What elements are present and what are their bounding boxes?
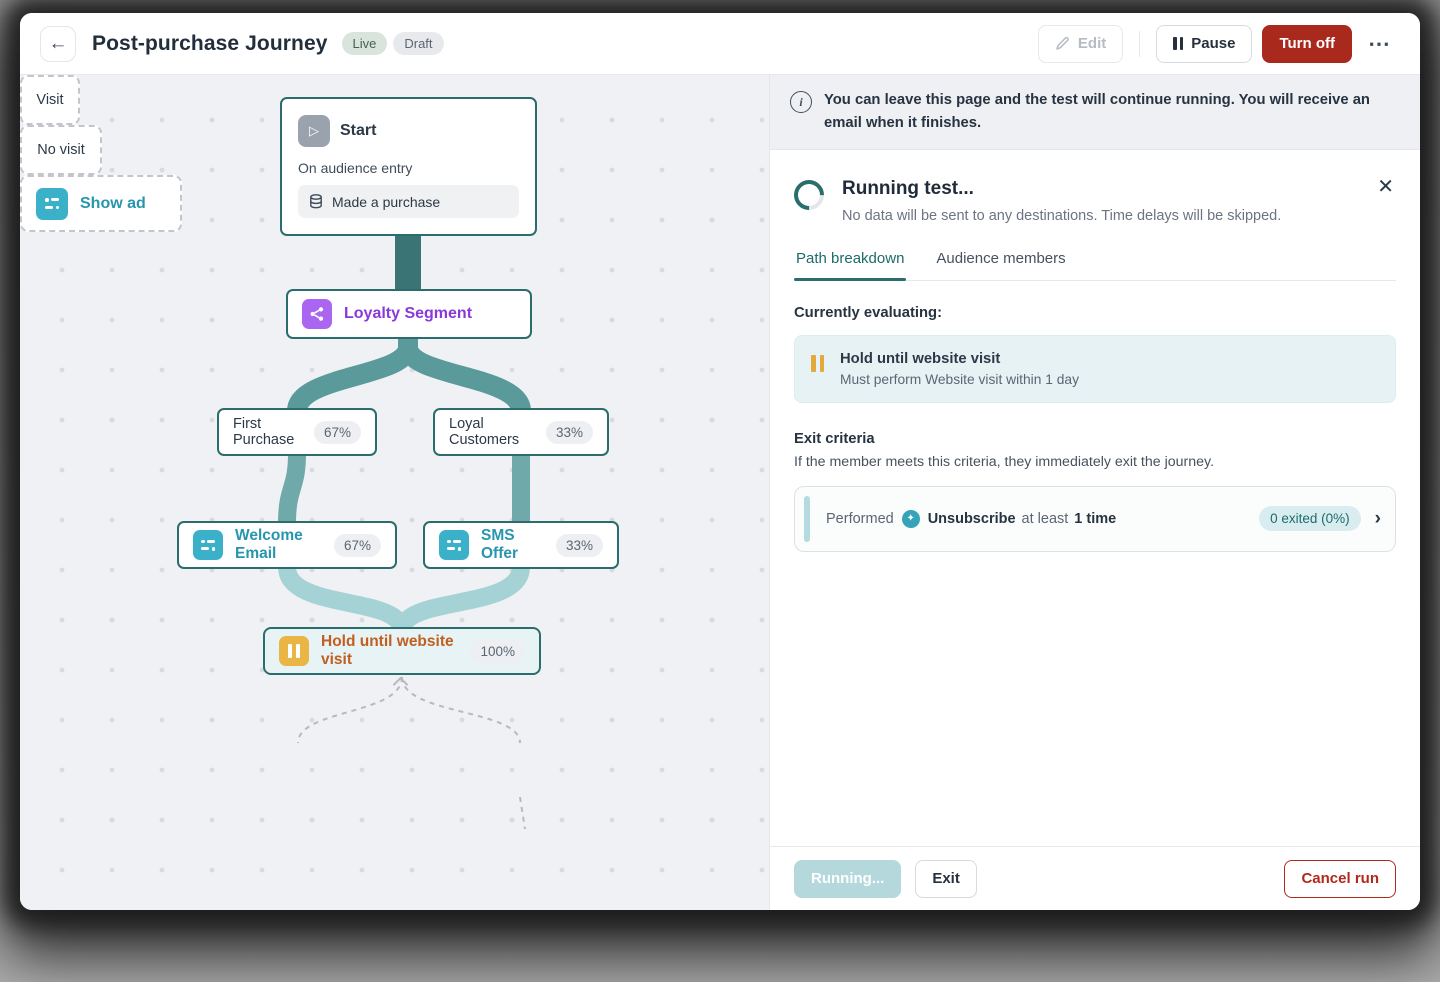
play-icon: ▷ [298,115,330,147]
action-node-label: SMS Offer [481,527,544,563]
hold-node-label: Hold until website visit [321,633,458,669]
action-node-label: Welcome Email [235,527,322,563]
evaluating-step-title: Hold until website visit [840,351,1079,367]
page-title: Post-purchase Journey [92,32,328,56]
loading-spinner-icon [788,174,830,216]
metric-icon: ✦ [902,510,920,528]
pause-icon [279,636,309,666]
node-loyal-customers[interactable]: Loyal Customers 33% [433,408,609,456]
node-first-purchase[interactable]: First Purchase 67% [217,408,377,456]
performed-label: Performed [826,511,894,527]
metric-name: Unsubscribe [928,511,1016,527]
ellipsis-icon: ⋯ [1368,31,1392,56]
tab-path-breakdown[interactable]: Path breakdown [794,250,906,280]
evaluating-step-desc: Must perform Website visit within 1 day [840,372,1079,387]
node-sms-offer[interactable]: SMS Offer 33% [423,521,619,569]
panel-body: ✕ Running test... No data will be sent t… [770,150,1420,846]
tab-audience-members[interactable]: Audience members [934,250,1067,280]
segment-node-label: Loyalty Segment [344,305,472,323]
journey-canvas[interactable]: ▷ Start On audience entry Made a purchas… [20,75,770,910]
info-banner: i You can leave this page and the test w… [770,75,1420,150]
sliders-icon [193,530,223,560]
status-badge-live: Live [342,32,388,55]
branch-label: Loyal Customers [449,416,534,448]
app-window: ← Post-purchase Journey Live Draft Edit … [20,13,1420,910]
header-actions: Edit Pause Turn off ⋯ [1038,25,1398,63]
branch-label: First Purchase [233,416,302,448]
exit-criteria-row[interactable]: Performed ✦ Unsubscribe at least 1 time … [794,486,1396,552]
at-least-label: at least [1022,511,1069,527]
node-start[interactable]: ▷ Start On audience entry Made a purchas… [280,97,537,236]
panel-tabs: Path breakdown Audience members [794,250,1396,281]
close-panel-button[interactable]: ✕ [1377,174,1394,199]
panel-footer: Running... Exit Cancel run [770,846,1420,910]
action-percent-badge: 67% [334,534,381,557]
exit-button[interactable]: Exit [915,860,977,898]
hold-percent-badge: 100% [470,640,525,663]
times-value: 1 time [1074,511,1116,527]
currently-evaluating-card: Hold until website visit Must perform We… [794,335,1396,403]
chevron-right-icon: › [1375,509,1381,528]
start-node-subtitle: On audience entry [298,160,519,176]
turn-off-button[interactable]: Turn off [1262,25,1352,63]
exit-criteria-title: Exit criteria [794,431,1396,447]
edit-label: Edit [1078,35,1106,52]
test-run-panel: i You can leave this page and the test w… [770,75,1420,910]
database-icon [309,194,323,209]
running-test-subtitle: No data will be sent to any destinations… [842,208,1281,224]
pause-button[interactable]: Pause [1156,25,1252,63]
action-percent-badge: 33% [556,534,603,557]
back-arrow-icon: ← [49,33,68,55]
start-trigger-label: Made a purchase [332,194,440,210]
header-divider [1139,31,1140,57]
info-banner-text: You can leave this page and the test wil… [824,89,1396,135]
node-hold-until-visit[interactable]: Hold until website visit 100% [263,627,541,675]
back-button[interactable]: ← [40,26,76,62]
currently-evaluating-label: Currently evaluating: [794,305,1396,321]
split-icon [302,299,332,329]
info-icon: i [790,91,812,113]
exited-count-badge: 0 exited (0%) [1259,506,1361,531]
branch-percent-badge: 33% [546,421,593,444]
more-menu-button[interactable]: ⋯ [1362,35,1398,53]
branch-percent-badge: 67% [314,421,361,444]
pause-icon [811,355,824,372]
start-trigger-chip[interactable]: Made a purchase [298,185,519,218]
cancel-run-button[interactable]: Cancel run [1284,860,1396,898]
header: ← Post-purchase Journey Live Draft Edit … [20,13,1420,75]
pause-icon [1173,37,1183,50]
node-welcome-email[interactable]: Welcome Email 67% [177,521,397,569]
status-badge-draft: Draft [393,32,443,55]
start-node-title: Start [340,122,376,140]
exit-criteria-desc: If the member meets this criteria, they … [794,454,1396,470]
pencil-icon [1055,36,1070,51]
pause-label: Pause [1191,35,1235,52]
running-button[interactable]: Running... [794,860,901,898]
turn-off-label: Turn off [1279,35,1335,52]
edit-button[interactable]: Edit [1038,25,1123,63]
sliders-icon [439,530,469,560]
running-test-title: Running test... [842,178,1281,200]
close-icon: ✕ [1377,176,1394,198]
node-loyalty-segment[interactable]: Loyalty Segment [286,289,532,339]
